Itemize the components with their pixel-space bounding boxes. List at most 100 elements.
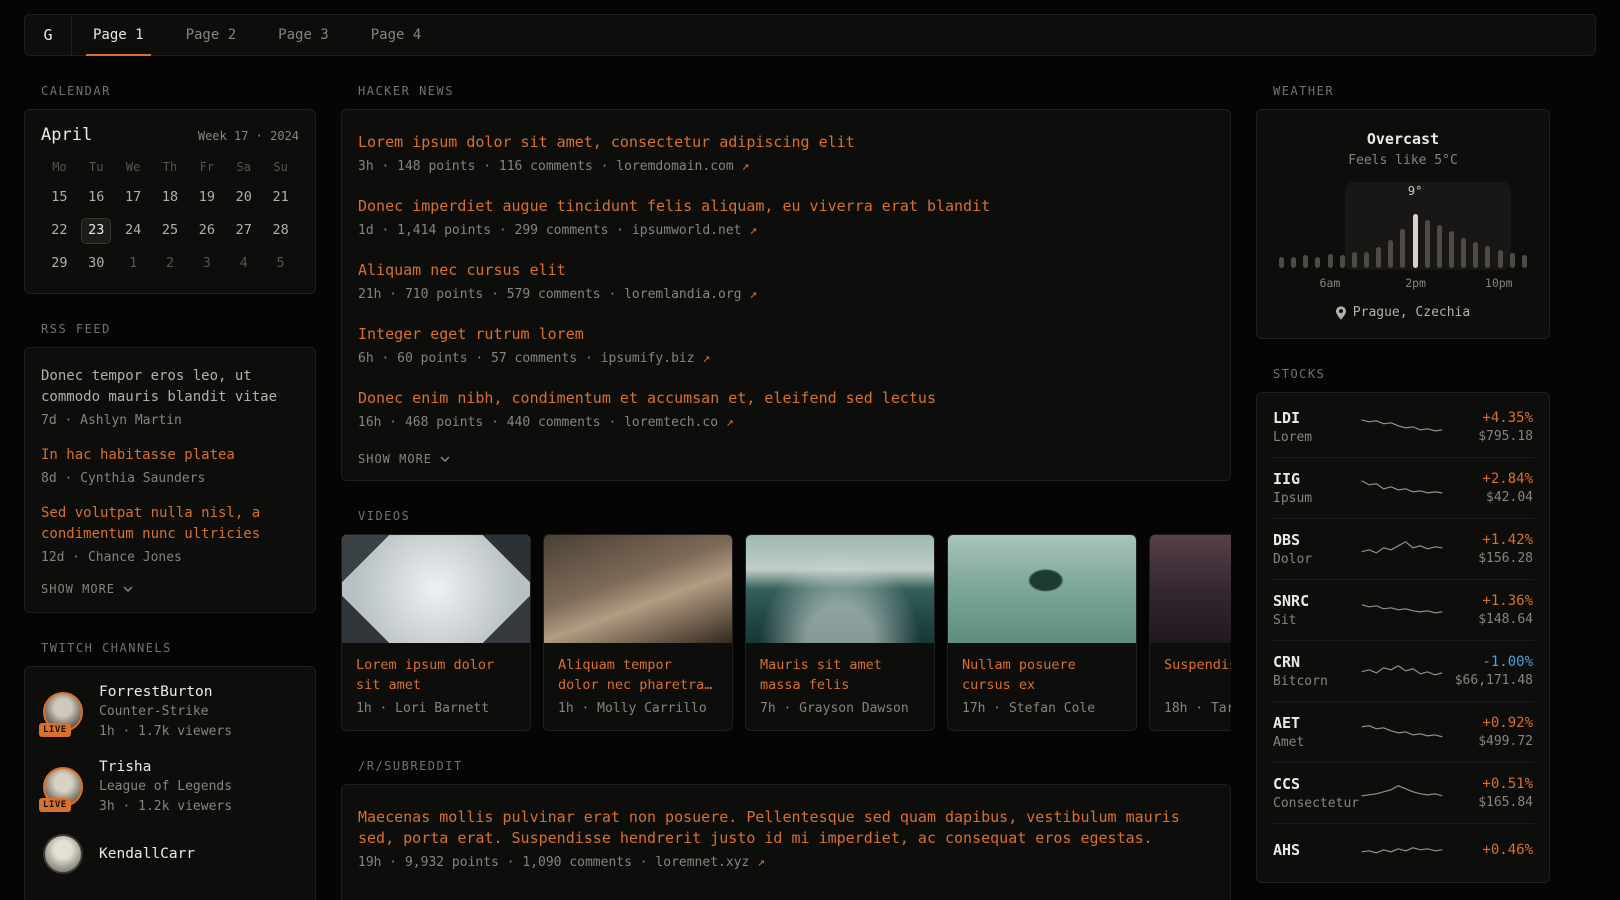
temperature-bar <box>1291 257 1296 268</box>
time-tick: 2pm <box>1405 276 1426 290</box>
tab-page-4[interactable]: Page 4 <box>350 15 443 55</box>
hn-post-title[interactable]: Aliquam nec cursus elit <box>358 260 1214 281</box>
show-more-label: SHOW MORE <box>358 452 432 466</box>
videos-widget: Lorem ipsum dolor sit amet consectetu… 1… <box>341 534 1231 731</box>
stock-ticker: IIG <box>1273 470 1360 488</box>
calendar-day: 20 <box>225 185 262 211</box>
video-title: Lorem ipsum dolor sit amet consectetu… <box>356 655 516 695</box>
stock-row[interactable]: SNRC Sit +1.36% $148.64 <box>1271 579 1535 640</box>
twitch-channel[interactable]: KendallCarr <box>41 832 299 876</box>
middle-column: HACKER NEWS Lorem ipsum dolor sit amet, … <box>341 56 1231 900</box>
calendar-day: 25 <box>152 218 189 244</box>
stock-name: Ipsum <box>1273 491 1360 506</box>
rss-show-more-button[interactable]: SHOW MORE <box>41 582 299 596</box>
tab-page-1[interactable]: Page 1 <box>72 15 165 55</box>
rss-item-meta: 7d · Ashlyn Martin <box>41 413 299 428</box>
stock-row[interactable]: DBS Dolor +1.42% $156.28 <box>1271 518 1535 579</box>
video-card[interactable]: Lorem ipsum dolor sit amet consectetu… 1… <box>341 534 531 731</box>
weather-feels-like: Feels like 5°C <box>1273 153 1533 168</box>
stock-row[interactable]: CRN Bitcorn -1.00% $66,171.48 <box>1271 640 1535 701</box>
twitch-channel[interactable]: LIVE Trisha League of Legends 3h · 1.2k … <box>41 757 299 817</box>
external-link-icon[interactable]: ↗ <box>749 287 757 302</box>
channel-game: Counter-Strike <box>99 702 232 722</box>
external-link-icon[interactable]: ↗ <box>757 855 765 870</box>
reddit-post: Maecenas mollis pulvinar erat non posuer… <box>358 807 1214 870</box>
reddit-post-title[interactable]: Maecenas mollis pulvinar erat non posuer… <box>358 807 1214 849</box>
video-meta: 17h · Stefan Cole <box>962 701 1122 716</box>
tab-page-2[interactable]: Page 2 <box>165 15 258 55</box>
hn-post-title[interactable]: Donec imperdiet augue tincidunt felis al… <box>358 196 1214 217</box>
hn-post-title[interactable]: Donec enim nibh, condimentum et accumsan… <box>358 388 1214 409</box>
rss-item: Donec tempor eros leo, ut commodo mauris… <box>41 366 299 428</box>
stock-price: $66,171.48 <box>1444 673 1533 688</box>
video-card[interactable]: Mauris sit amet massa felis 7h · Grayson… <box>745 534 935 731</box>
temperature-bar <box>1315 257 1320 268</box>
external-link-icon[interactable]: ↗ <box>742 159 750 174</box>
video-title: Nullam posuere cursus ex <box>962 655 1122 695</box>
video-card[interactable]: Aliquam tempor dolor nec pharetra… 1h · … <box>543 534 733 731</box>
rss-item-title[interactable]: Donec tempor eros leo, ut commodo mauris… <box>41 366 299 408</box>
calendar-day: 27 <box>225 218 262 244</box>
stock-price: $156.28 <box>1444 551 1533 566</box>
temperature-bar <box>1400 229 1405 268</box>
stock-row[interactable]: AET Amet +0.92% $499.72 <box>1271 701 1535 762</box>
calendar-day: 29 <box>41 251 78 277</box>
calendar-dow: Fr <box>188 160 225 178</box>
external-link-icon[interactable]: ↗ <box>726 415 734 430</box>
stock-change: +1.36% <box>1444 593 1533 609</box>
time-tick: 6am <box>1320 276 1341 290</box>
stock-name: Amet <box>1273 735 1360 750</box>
calendar-day: 24 <box>115 218 152 244</box>
calendar-day-next-month: 4 <box>225 251 262 277</box>
video-title: Mauris sit amet massa felis <box>760 655 920 695</box>
stock-change: +0.92% <box>1444 715 1533 731</box>
subreddit-widget-label: /R/SUBREDDIT <box>358 759 1231 773</box>
temperature-bar <box>1449 231 1454 268</box>
hn-post-meta: 1d · 1,414 points · 299 comments · ipsum… <box>358 223 1214 238</box>
rss-widget: Donec tempor eros leo, ut commodo mauris… <box>24 347 316 613</box>
rss-item-title[interactable]: Sed volutpat nulla nisl, a condimentum n… <box>41 503 299 545</box>
stock-name: Lorem <box>1273 430 1360 445</box>
video-thumbnail <box>948 535 1136 643</box>
stock-price: $148.64 <box>1444 612 1533 627</box>
temperature-bar <box>1303 255 1308 268</box>
stock-row[interactable]: LDI Lorem +4.35% $795.18 <box>1271 397 1535 457</box>
tab-page-3[interactable]: Page 3 <box>257 15 350 55</box>
hackernews-widget-label: HACKER NEWS <box>358 84 1231 98</box>
stock-row[interactable]: CCS Consectetur +0.51% $165.84 <box>1271 762 1535 823</box>
weather-location: Prague, Czechia <box>1273 305 1533 320</box>
video-card[interactable]: Nullam posuere cursus ex 17h · Stefan Co… <box>947 534 1137 731</box>
stock-change: +4.35% <box>1444 410 1533 426</box>
hn-post-title[interactable]: Integer eget rutrum lorem <box>358 324 1214 345</box>
calendar-day: 21 <box>262 185 299 211</box>
video-meta: 7h · Grayson Dawson <box>760 701 920 716</box>
temperature-bar <box>1364 252 1369 268</box>
video-card[interactable]: Suspendisse diam 18h · Tara <box>1149 534 1231 731</box>
hn-post-meta: 21h · 710 points · 579 comments · loreml… <box>358 287 1214 302</box>
temperature-bar <box>1437 225 1442 268</box>
sparkline-chart <box>1360 534 1444 564</box>
video-thumbnail <box>1150 535 1231 643</box>
stock-name: Consectetur <box>1273 796 1360 811</box>
temperature-bar <box>1522 255 1527 268</box>
calendar-day-next-month: 3 <box>188 251 225 277</box>
location-pin-icon <box>1336 306 1346 320</box>
temperature-bar <box>1352 252 1357 268</box>
sparkline-chart <box>1360 778 1444 808</box>
app-logo[interactable]: G <box>25 15 72 55</box>
stock-name: Sit <box>1273 613 1360 628</box>
hn-meta-text: 6h · 60 points · 57 comments · ipsumify.… <box>358 351 702 366</box>
twitch-widget-label: TWITCH CHANNELS <box>41 641 316 655</box>
twitch-channel[interactable]: LIVE ForrestBurton Counter-Strike 1h · 1… <box>41 682 299 742</box>
stock-row[interactable]: IIG Ipsum +2.84% $42.04 <box>1271 457 1535 518</box>
stock-change: +0.51% <box>1444 776 1533 792</box>
external-link-icon[interactable]: ↗ <box>749 223 757 238</box>
calendar-day: 26 <box>188 218 225 244</box>
hn-post-title[interactable]: Lorem ipsum dolor sit amet, consectetur … <box>358 132 1214 153</box>
channel-name: KendallCarr <box>99 844 195 864</box>
rss-item-title[interactable]: In hac habitasse platea <box>41 445 299 466</box>
stock-row[interactable]: AHS +0.46% <box>1271 823 1535 878</box>
external-link-icon[interactable]: ↗ <box>702 351 710 366</box>
hn-show-more-button[interactable]: SHOW MORE <box>358 452 1214 466</box>
calendar-widget-label: CALENDAR <box>41 84 316 98</box>
